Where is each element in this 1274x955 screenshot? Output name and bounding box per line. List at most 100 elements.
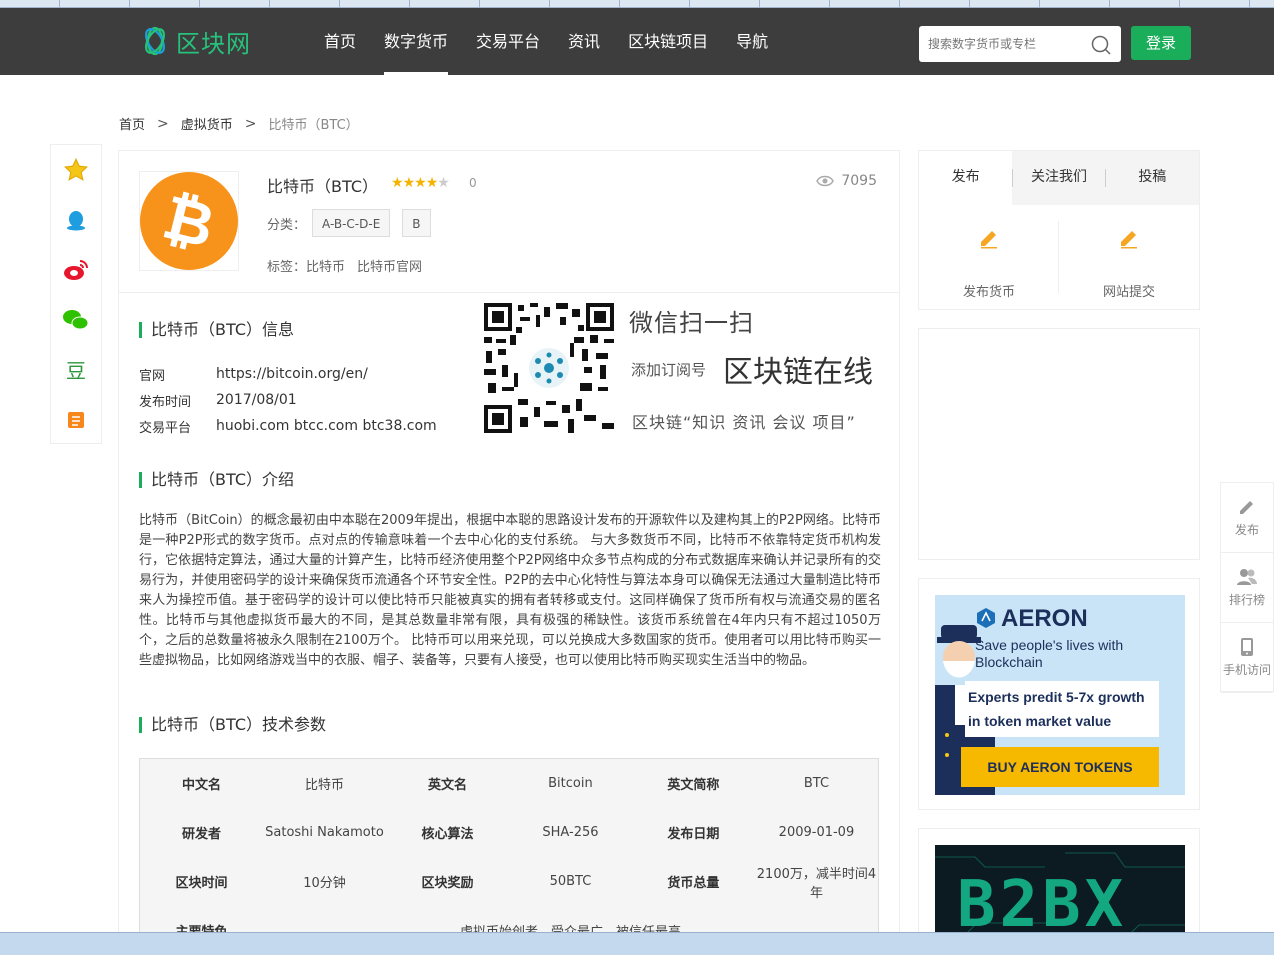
rating-stars[interactable]: ★★★★★ [391, 175, 450, 191]
search-box [919, 26, 1121, 62]
view-count: 7095 [816, 173, 877, 189]
info-section-title: 比特币（BTC）信息 [139, 322, 294, 338]
coin-title: 比特币（BTC） [267, 177, 378, 196]
info-key: 发布时间 [139, 394, 192, 410]
site-submit-button[interactable]: 网站提交 [1059, 205, 1199, 309]
tab-publish[interactable]: 发布 [919, 151, 1013, 205]
nav-blockchain-projects[interactable]: 区块链项目 [614, 8, 722, 75]
official-site-link[interactable]: https://bitcoin.org/en/ [216, 366, 368, 382]
float-ranking-button[interactable]: 排行榜 [1221, 553, 1273, 623]
table-value: 2100万，减半时间4年 [756, 866, 877, 901]
bookmark-button[interactable] [51, 395, 101, 445]
table-key: 研发者 [181, 827, 221, 842]
float-mobile-button[interactable]: 手机访问 [1221, 623, 1273, 693]
main-nav: 首页 数字货币 交易平台 资讯 区块链项目 导航 [310, 8, 782, 75]
share-douban-button[interactable]: 豆 [51, 345, 101, 395]
coin-header: ₿ 比特币（BTC） ★★★★★ 0 7095 分类： A-B-C-D-E B … [119, 151, 899, 293]
table-value: 10分钟 [303, 876, 346, 891]
breadcrumb-home[interactable]: 首页 [119, 114, 145, 133]
search-input[interactable] [919, 26, 1079, 62]
logo-icon [145, 26, 165, 56]
category-label: 分类： [267, 217, 307, 233]
tag-link[interactable]: 比特币官网 [357, 260, 422, 275]
share-sidebar: 豆 [50, 144, 102, 444]
category-tag[interactable]: B [402, 209, 431, 237]
pencil-icon [1121, 231, 1137, 249]
coin-logo: ₿ [139, 171, 239, 271]
wechat-account-name: 区块链在线 [723, 355, 873, 390]
chevron-right-icon: > [157, 115, 169, 132]
share-weibo-button[interactable] [51, 245, 101, 295]
chevron-right-icon: > [244, 115, 257, 132]
table-key: 区块奖励 [421, 876, 474, 891]
buy-aeron-tokens-button[interactable]: BUY AERON TOKENS [961, 747, 1159, 787]
breadcrumb-current: 比特币（BTC） [268, 118, 359, 133]
wechat-icon [63, 310, 89, 330]
tech-section-title: 比特币（BTC）技术参数 [139, 717, 326, 733]
table-value: 比特币 [304, 778, 344, 793]
nav-news[interactable]: 资讯 [554, 8, 614, 75]
aeron-ad[interactable]: AERON Save people's lives with Blockchai… [935, 595, 1185, 795]
table-value: 2009-01-09 [778, 825, 855, 840]
table-value: Bitcoin [548, 776, 593, 791]
tab-follow-us[interactable]: 关注我们 [1012, 151, 1106, 205]
table-key: 英文简称 [667, 778, 720, 793]
float-publish-button[interactable]: 发布 [1221, 483, 1273, 553]
wechat-qr-code [484, 303, 614, 433]
star-icon: ★ [425, 175, 439, 191]
intro-text: 比特币（BitCoin）的概念最初由中本聪在2009年提出，根据中本聪的思路设计… [139, 513, 881, 668]
site-logo[interactable]: 区块网 [140, 26, 251, 58]
category-row: 分类： A-B-C-D-E B [267, 209, 437, 237]
star-icon: ★ [391, 175, 404, 191]
rating-count: 0 [469, 176, 477, 190]
float-mobile-label: 手机访问 [1222, 663, 1271, 677]
share-qq-button[interactable] [51, 195, 101, 245]
site-submit-label: 网站提交 [1102, 285, 1155, 300]
breadcrumb: 首页 > 虚拟货币 > 比特币（BTC） [119, 114, 359, 134]
table-key: 英文名 [427, 778, 467, 793]
info-key: 官网 [139, 368, 166, 384]
table-value: SHA-256 [542, 825, 599, 840]
pencil-icon [1240, 501, 1253, 514]
table-value: Satoshi Nakamoto [265, 825, 384, 840]
table-key: 发布日期 [667, 827, 720, 842]
nav-exchanges[interactable]: 交易平台 [462, 8, 554, 75]
table-value: BTC [803, 776, 830, 791]
table-row: 研发者 Satoshi Nakamoto 核心算法 SHA-256 发布日期 2009… [140, 808, 878, 857]
star-icon [63, 157, 89, 181]
login-button[interactable]: 登录 [1131, 26, 1191, 60]
empty-ad-slot [918, 328, 1200, 560]
table-key: 中文名 [181, 778, 221, 793]
tab-submit[interactable]: 投稿 [1106, 151, 1199, 205]
tag-link[interactable]: 比特币 [306, 260, 345, 275]
tech-params-table: 中文名 比特币 英文名 Bitcoin 英文简称 BTC 研发者 Satoshi Nak… [139, 758, 879, 941]
float-publish-label: 发布 [1234, 523, 1259, 537]
breadcrumb-virtual-currency[interactable]: 虚拟货币 [181, 114, 233, 133]
nav-home[interactable]: 首页 [310, 8, 370, 75]
nav-digital-currency[interactable]: 数字货币 [370, 8, 462, 75]
aeron-ad-panel: AERON Save people's lives with Blockchai… [918, 578, 1200, 810]
nav-navigation[interactable]: 导航 [722, 8, 782, 75]
book-icon [68, 412, 84, 428]
publish-currency-button[interactable]: 发布货币 [919, 205, 1059, 309]
wechat-scan-text: 微信扫一扫 [629, 309, 754, 337]
search-icon[interactable] [1091, 35, 1111, 55]
aeron-bubble: Experts predit 5-7x growth in token mark… [965, 681, 1159, 737]
pencil-icon [981, 231, 997, 249]
favorite-button[interactable] [51, 145, 101, 195]
table-row: 中文名 比特币 英文名 Bitcoin 英文简称 BTC [140, 759, 878, 808]
publish-panel: 发布 关注我们 投稿 发布货币 网站提交 [918, 150, 1200, 310]
aeron-logo-icon [977, 608, 995, 628]
wechat-slogan: 区块链“知识 资讯 会议 项目” [632, 413, 856, 432]
float-ranking-label: 排行榜 [1228, 593, 1265, 607]
info-list: 官网 https://bitcoin.org/en/ 发布时间 2017/08/01… [139, 361, 437, 439]
users-icon [1237, 569, 1257, 585]
star-icon: ★ [437, 175, 450, 191]
top-navbar: 区块网 首页 数字货币 交易平台 资讯 区块链项目 导航 登录 [0, 8, 1274, 75]
star-icon: ★ [414, 175, 427, 191]
douban-icon: 豆 [66, 359, 86, 382]
intro-section-title: 比特币（BTC）介绍 [139, 472, 294, 488]
category-tag[interactable]: A-B-C-D-E [312, 209, 391, 237]
share-wechat-button[interactable] [51, 295, 101, 345]
table-key: 区块时间 [175, 876, 228, 891]
